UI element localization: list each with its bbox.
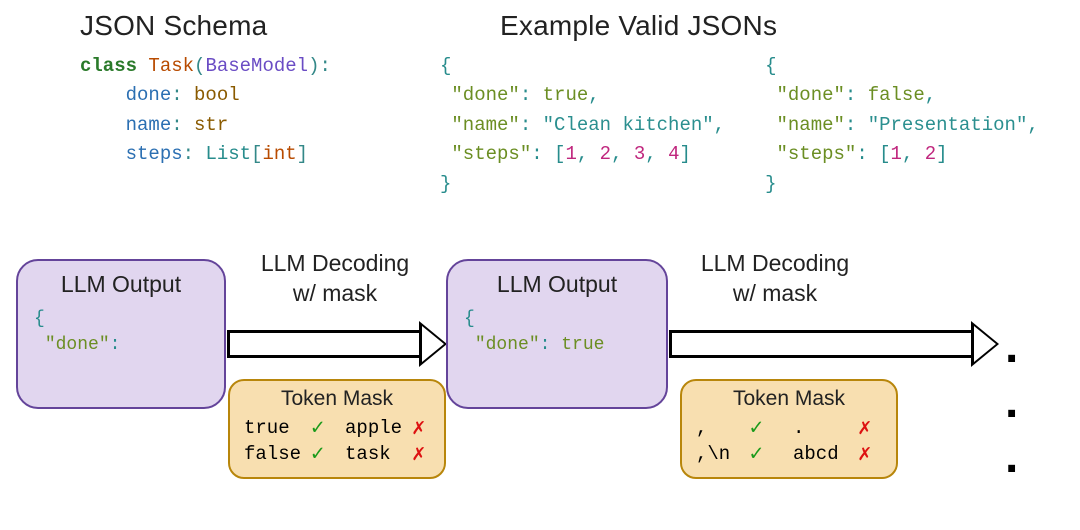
check-icon: ✓ (311, 415, 335, 441)
schema-column: JSON Schema class Task(BaseModel): done:… (80, 10, 380, 199)
examples-heading: Example Valid JSONs (500, 10, 1039, 42)
token-bad: abcd (793, 443, 839, 465)
diagram-root: JSON Schema class Task(BaseModel): done:… (0, 0, 1080, 489)
arrow-2 (669, 321, 999, 367)
x-icon: ✗ (412, 415, 436, 441)
keyword-class: class (80, 55, 137, 77)
x-icon: ✗ (858, 441, 882, 467)
class-name: Task (148, 55, 194, 77)
attr-name: name (126, 114, 172, 136)
llm-output-box-2: LLM Output { "done": true (446, 259, 668, 409)
token-good: false (244, 443, 301, 465)
token-mask-grid-2: , ✓ . ✗ ,\n ✓ abcd ✗ (696, 415, 882, 467)
base-class: BaseModel (205, 55, 308, 77)
examples-column: Example Valid JSONs { "done": true, "nam… (440, 10, 1039, 199)
token-mask-title-2: Token Mask (696, 387, 882, 411)
token-good: , (696, 417, 730, 439)
schema-code: class Task(BaseModel): done: bool name: … (80, 52, 380, 170)
x-icon: ✗ (412, 441, 436, 467)
x-icon: ✗ (858, 415, 882, 441)
arrow-label-2: LLM Decoding w/ mask (670, 249, 880, 309)
token-bad: . (793, 417, 839, 439)
top-row: JSON Schema class Task(BaseModel): done:… (30, 10, 1050, 199)
token-good: true (244, 417, 301, 439)
check-icon: ✓ (750, 441, 774, 467)
token-mask-box-2: Token Mask , ✓ . ✗ ,\n ✓ abcd ✗ (680, 379, 898, 479)
attr-done: done (126, 84, 172, 106)
arrow-label-1: LLM Decoding w/ mask (230, 249, 440, 309)
ellipsis: . . . (1005, 319, 1050, 484)
attr-steps: steps (126, 143, 183, 165)
llm-output-title-1: LLM Output (34, 271, 208, 298)
llm-output-title-2: LLM Output (464, 271, 650, 298)
check-icon: ✓ (311, 441, 335, 467)
token-mask-grid-1: true ✓ apple ✗ false ✓ task ✗ (244, 415, 430, 467)
token-good: ,\n (696, 443, 730, 465)
schema-heading: JSON Schema (80, 10, 380, 42)
llm-output-box-1: LLM Output { "done": (16, 259, 226, 409)
llm-output-code-1: { "done": (34, 306, 208, 358)
token-mask-title-1: Token Mask (244, 387, 430, 411)
token-bad: apple (345, 417, 402, 439)
example-json-1: { "done": true, "name": "Clean kitchen",… (440, 52, 725, 199)
token-bad: task (345, 443, 402, 465)
token-mask-box-1: Token Mask true ✓ apple ✗ false ✓ task ✗ (228, 379, 446, 479)
check-icon: ✓ (750, 415, 774, 441)
example-json-2: { "done": false, "name": "Presentation",… (765, 52, 1039, 199)
llm-output-code-2: { "done": true (464, 306, 650, 358)
flow-row: LLM Output { "done": LLM Decoding w/ mas… (30, 229, 1050, 489)
examples-row: { "done": true, "name": "Clean kitchen",… (440, 52, 1039, 199)
arrow-1 (227, 321, 447, 367)
